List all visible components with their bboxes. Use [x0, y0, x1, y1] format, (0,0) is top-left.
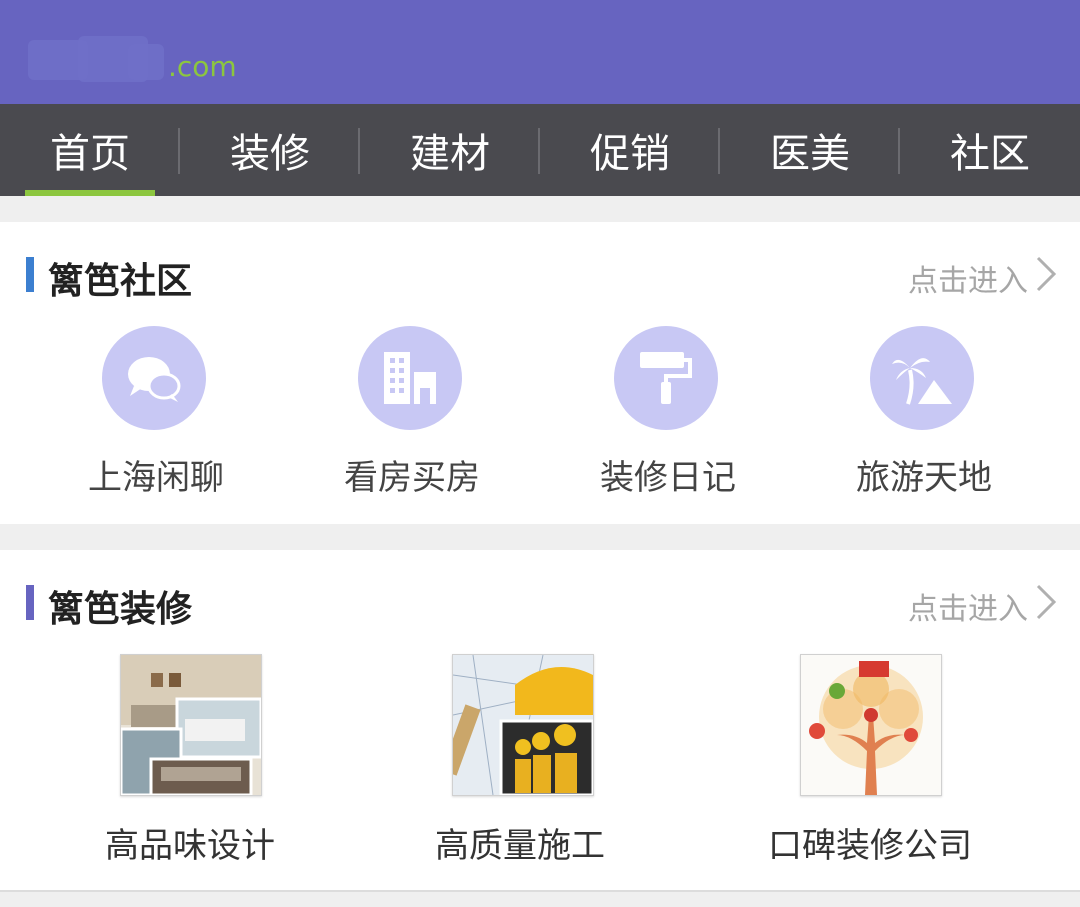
logo-domain-text: .com [168, 50, 237, 83]
decoration-grid: 高品味设计 高质量施工 口碑装修公司 [0, 654, 1080, 874]
palm-tree-icon [870, 326, 974, 430]
decoration-section: 篱笆装修 点击进入 高品味设计 高质量施工 口碑装修公司 [0, 550, 1080, 890]
section-accent-bar [26, 257, 34, 292]
nav-item-home[interactable]: 首页 [0, 104, 180, 196]
section-header: 篱笆社区 点击进入 [0, 222, 1080, 322]
section-accent-bar [26, 585, 34, 620]
chevron-right-icon[interactable] [1034, 582, 1058, 622]
nav-item-materials[interactable]: 建材 [360, 104, 540, 196]
nav-item-label: 促销 [590, 131, 670, 177]
community-item-label: 旅游天地 [856, 458, 992, 498]
buildings-icon [358, 326, 462, 430]
nav-item-label: 社区 [950, 131, 1030, 177]
nav-item-label: 医美 [770, 131, 850, 177]
community-item-label: 上海闲聊 [88, 458, 224, 498]
paint-roller-icon [614, 326, 718, 430]
construction-workers-thumbnail [441, 654, 595, 797]
nav-item-decoration[interactable]: 装修 [180, 104, 360, 196]
main-nav: 首页 装修 建材 促销 医美 社区 [0, 104, 1080, 196]
section-title: 篱笆装修 [48, 589, 193, 630]
enter-link[interactable]: 点击进入 [908, 256, 1028, 300]
chevron-right-icon[interactable] [1034, 254, 1058, 294]
nav-item-label: 建材 [410, 131, 490, 177]
top-header: .com [0, 0, 1080, 104]
decoration-item-companies[interactable]: 口碑装修公司 [720, 654, 1020, 874]
decoration-item-label: 口碑装修公司 [768, 826, 972, 866]
decoration-item-label: 高质量施工 [435, 826, 605, 866]
community-item-diary[interactable]: 装修日记 [548, 326, 788, 498]
community-item-travel[interactable]: 旅游天地 [804, 326, 1044, 498]
nav-item-promotions[interactable]: 促销 [540, 104, 720, 196]
nav-item-community[interactable]: 社区 [900, 104, 1080, 196]
nav-item-label: 首页 [50, 131, 130, 177]
enter-link[interactable]: 点击进入 [908, 584, 1028, 628]
community-item-housing[interactable]: 看房买房 [292, 326, 532, 498]
nav-item-beauty[interactable]: 医美 [720, 104, 900, 196]
nav-item-label: 装修 [230, 131, 310, 177]
site-logo[interactable] [28, 36, 168, 88]
decoration-item-design[interactable]: 高品味设计 [40, 654, 340, 874]
bottom-divider [0, 890, 1080, 892]
community-item-label: 看房买房 [344, 458, 480, 498]
community-item-label: 装修日记 [600, 458, 736, 498]
decoration-item-construction[interactable]: 高质量施工 [370, 654, 670, 874]
tree-logo-thumbnail [800, 654, 942, 796]
community-item-chat[interactable]: 上海闲聊 [36, 326, 276, 498]
section-header: 篱笆装修 点击进入 [0, 550, 1080, 650]
community-grid: 上海闲聊 看房买房 装修日记 旅游天地 [0, 326, 1080, 498]
interior-design-thumbnail [119, 654, 263, 797]
community-section: 篱笆社区 点击进入 上海闲聊 看房买房 装修日记 旅游天地 [0, 222, 1080, 524]
decoration-item-label: 高品味设计 [105, 826, 275, 866]
active-tab-indicator [25, 190, 155, 196]
section-title: 篱笆社区 [48, 261, 193, 302]
chat-bubbles-icon [102, 326, 206, 430]
